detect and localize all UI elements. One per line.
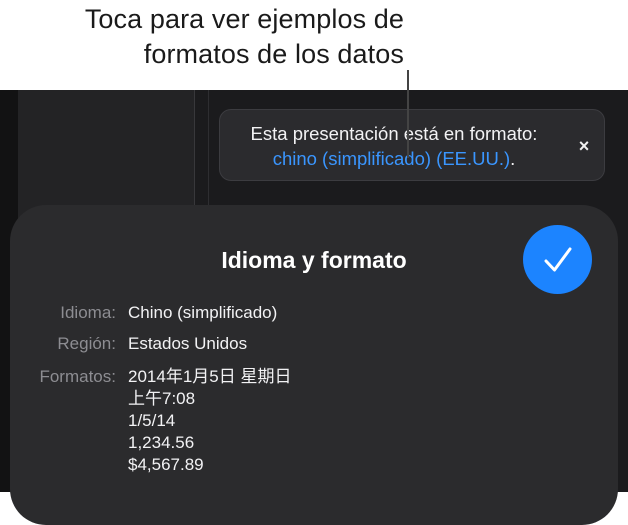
format-example-number: 1,234.56 <box>128 433 195 452</box>
language-value: Chino (simplificado) <box>128 303 278 322</box>
language-format-sheet: Idioma y formato Idioma: Chino (simplifi… <box>10 205 618 525</box>
callout-line-1: Toca para ver ejemplos de <box>84 4 404 34</box>
language-label: Idioma: <box>60 303 116 322</box>
format-example-short-date: 1/5/14 <box>128 411 176 430</box>
sidebar-panel <box>18 90 195 220</box>
sidebar-divider <box>208 90 209 220</box>
format-banner[interactable]: Esta presentación está en formato: chino… <box>219 109 605 181</box>
banner-link-line: chino (simplificado) (EE.UU.). <box>220 148 568 170</box>
callout-pointer-line <box>407 70 409 158</box>
formats-list: 2014年1月5日 星期日 上午7:08 1/5/14 1,234.56 $4,… <box>128 366 291 476</box>
formats-label: Formatos: <box>39 367 116 386</box>
region-value: Estados Unidos <box>128 334 248 353</box>
callout-text: Toca para ver ejemplos de formatos de lo… <box>85 2 404 72</box>
region-label: Región: <box>57 334 116 353</box>
done-button[interactable] <box>523 225 592 294</box>
banner-text: Esta presentación está en formato: <box>250 123 538 144</box>
callout-line-2: formatos de los datos <box>143 39 404 69</box>
format-example-currency: $4,567.89 <box>128 455 204 474</box>
close-icon[interactable]: × <box>574 136 594 156</box>
banner-period: . <box>510 148 516 169</box>
format-link[interactable]: chino (simplificado) (EE.UU.) <box>273 148 510 169</box>
format-example-date: 2014年1月5日 星期日 <box>128 367 292 386</box>
checkmark-icon <box>544 247 571 271</box>
format-example-time: 上午7:08 <box>128 389 196 408</box>
